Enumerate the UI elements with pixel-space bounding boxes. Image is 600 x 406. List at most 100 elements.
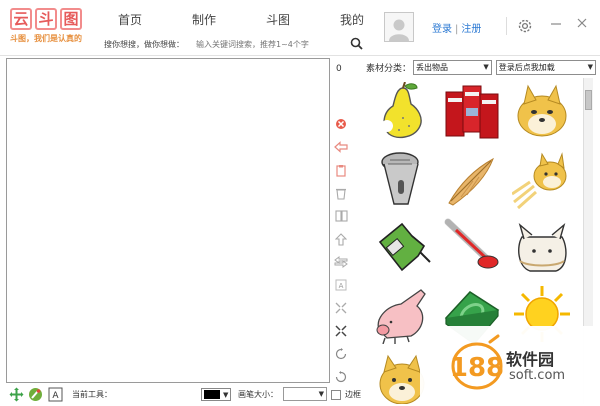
- bag-icon: [518, 223, 567, 272]
- chevron-down-icon: ▼: [223, 390, 229, 399]
- svg-text:A: A: [339, 282, 344, 290]
- watermark-url: soft.com: [509, 368, 566, 383]
- tool-delete[interactable]: [333, 185, 349, 201]
- minimize-button[interactable]: [548, 17, 564, 33]
- drawing-canvas[interactable]: [6, 58, 330, 383]
- sticker-feather[interactable]: [440, 148, 504, 212]
- tool-undo[interactable]: [333, 139, 349, 155]
- category-select[interactable]: 丢出物品 ▼: [413, 59, 492, 75]
- tool-column: A: [333, 116, 349, 392]
- tool-clear[interactable]: [333, 116, 349, 132]
- text-tool-icon: A: [48, 387, 62, 401]
- watermark-188-icon: 188: [450, 334, 504, 390]
- category-value: 丢出物品: [416, 62, 449, 72]
- tool-move-up[interactable]: [333, 231, 349, 247]
- border-label: 边框: [345, 390, 361, 399]
- chevron-down-icon: ▼: [587, 62, 593, 71]
- expand-icon: [335, 302, 347, 314]
- avatar[interactable]: [384, 12, 414, 42]
- brush-icon: [28, 387, 42, 401]
- watermark-name: 软件园: [506, 350, 555, 369]
- nav-make[interactable]: 制作: [192, 11, 266, 28]
- search-row: 搜你想搜，做你想做：: [104, 36, 366, 52]
- sticker-rice-bag[interactable]: [510, 214, 574, 278]
- material-bar: 素材分类： 丢出物品 ▼ 登录后点我加载 ▼: [366, 59, 596, 75]
- arrow-left-icon: [334, 141, 348, 153]
- search-input[interactable]: [196, 39, 320, 49]
- bottle-icon: [378, 222, 431, 272]
- sticker-doge-face[interactable]: [510, 80, 574, 144]
- sticker-red-boxes[interactable]: [440, 80, 504, 144]
- auth-links: 登录 | 注册: [432, 20, 481, 35]
- arrow-up-icon: [335, 232, 347, 246]
- minimize-icon: [551, 23, 561, 25]
- brush-tool-button[interactable]: [27, 386, 43, 402]
- gear-icon: [518, 19, 532, 33]
- rotate-right-icon: [335, 371, 347, 383]
- pear-icon: [381, 82, 422, 139]
- sticker-pear[interactable]: [370, 80, 434, 144]
- pig-icon: [376, 289, 426, 344]
- logo-char: 图: [60, 8, 82, 30]
- search-button[interactable]: [346, 34, 366, 52]
- flip-icon: [334, 210, 348, 222]
- login-link[interactable]: 登录: [432, 24, 452, 35]
- search-icon: [350, 37, 363, 50]
- logo-char: 云: [10, 8, 32, 30]
- color-picker[interactable]: ▼: [201, 388, 231, 401]
- nav-home[interactable]: 首页: [118, 11, 192, 28]
- svg-text:A: A: [52, 391, 59, 401]
- title-bar: 云 斗 图 斗图，我们是认真的 首页 制作 斗图 我的 搜你想搜，做你想做： 登…: [0, 0, 600, 56]
- tool-swap[interactable]: [333, 254, 349, 270]
- feather-icon: [448, 157, 494, 206]
- load-select[interactable]: 登录后点我加载 ▼: [495, 59, 596, 75]
- register-link[interactable]: 注册: [461, 24, 481, 35]
- sticker-thermometer[interactable]: [440, 214, 504, 278]
- text-tool-button[interactable]: A: [47, 386, 63, 402]
- pen-size-label: 画笔大小：: [238, 390, 278, 399]
- color-swatch: [204, 390, 220, 399]
- pen-size-select[interactable]: ▼: [283, 387, 327, 401]
- watermark-logo: 188: [450, 332, 504, 395]
- chevron-down-icon: ▼: [318, 390, 324, 398]
- search-label: 搜你想搜，做你想做：: [104, 39, 184, 49]
- sticker-bottle[interactable]: [370, 214, 434, 278]
- shrink-icon: [335, 325, 347, 337]
- swap-icon: [334, 256, 348, 268]
- divider: [506, 17, 507, 35]
- tool-rotate-left[interactable]: [333, 346, 349, 362]
- user-silhouette-icon: [389, 19, 409, 41]
- app-logo[interactable]: 云 斗 图 斗图，我们是认真的: [10, 8, 86, 48]
- doge-flying-icon: [512, 152, 567, 210]
- tool-paste[interactable]: [333, 162, 349, 178]
- load-hint: 登录后点我加载: [498, 62, 555, 72]
- tool-text[interactable]: A: [333, 277, 349, 293]
- scrollbar-thumb[interactable]: [585, 90, 592, 110]
- gift-boxes-icon: [445, 85, 499, 139]
- tool-shrink[interactable]: [333, 323, 349, 339]
- nav-battle[interactable]: 斗图: [266, 11, 340, 28]
- clear-icon: [336, 119, 346, 129]
- trash-icon: [336, 188, 346, 200]
- sticker-doge-flying[interactable]: [510, 148, 574, 212]
- watermark-number: 188: [450, 353, 504, 383]
- move-icon: [9, 387, 23, 401]
- logo-slogan: 斗图，我们是认真的: [10, 34, 82, 43]
- settings-button[interactable]: [516, 17, 534, 35]
- clipboard-icon: [336, 164, 346, 177]
- border-checkbox[interactable]: [331, 390, 341, 400]
- current-tool-label: 当前工具：: [72, 390, 112, 399]
- close-icon: [577, 18, 587, 28]
- tool-expand[interactable]: [333, 300, 349, 316]
- move-tool-button[interactable]: [8, 386, 24, 402]
- auth-separator: |: [455, 24, 459, 35]
- tool-rotate-right[interactable]: [333, 369, 349, 385]
- text-icon: A: [335, 279, 347, 291]
- tool-flip[interactable]: [333, 208, 349, 224]
- sticker-count: 0: [336, 64, 342, 74]
- main-nav: 首页 制作 斗图 我的: [118, 11, 414, 28]
- close-button[interactable]: [574, 17, 590, 33]
- sticker-microphone[interactable]: [370, 148, 434, 212]
- rotate-left-icon: [335, 348, 347, 360]
- thermometer-icon: [444, 218, 499, 269]
